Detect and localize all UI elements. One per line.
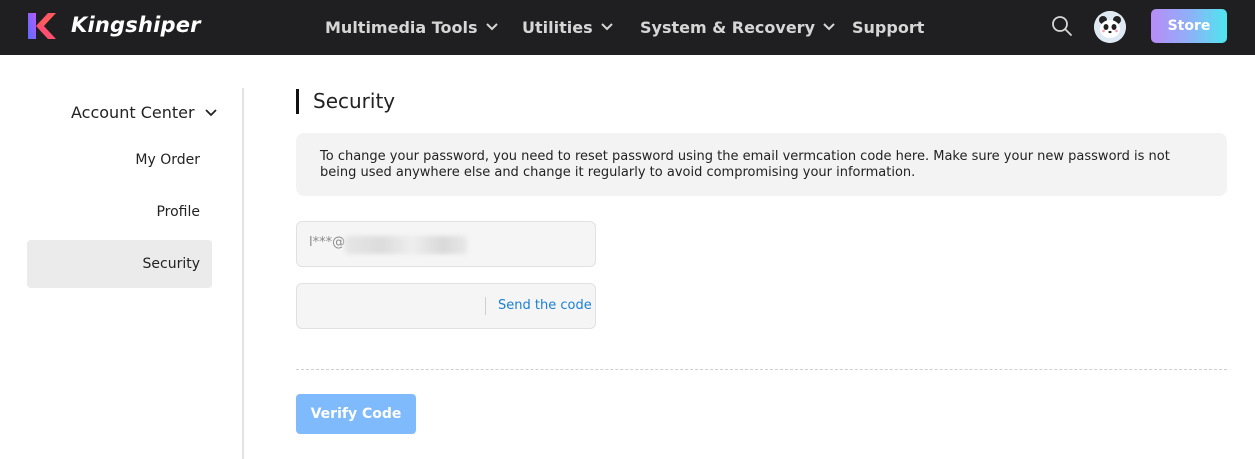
nav-system-recovery[interactable]: System & Recovery [640,16,835,38]
search-icon[interactable] [1050,14,1074,38]
chevron-down-icon [823,23,835,31]
verification-code-field[interactable]: Send the code [296,283,596,329]
page-title: Security [296,89,395,114]
sidebar-item-profile[interactable]: Profile [27,188,212,236]
sidebar-item-label: Profile [156,204,200,220]
email-redaction-blur [345,236,467,254]
sidebar-item-label: My Order [135,152,200,168]
send-code-link[interactable]: Send the code [498,298,592,313]
top-navigation-bar: Kingshiper Multimedia Tools Utilities Sy… [0,0,1255,55]
sidebar-item-my-order[interactable]: My Order [27,136,212,184]
nav-support[interactable]: Support [852,16,924,38]
brand-name[interactable]: Kingshiper [71,13,201,37]
sidebar-item-label: Security [142,256,201,272]
account-center-label: Account Center [71,103,195,122]
kingshiper-logo-icon[interactable] [26,11,56,41]
nav-utilities-label: Utilities [522,17,593,37]
sidebar-divider [242,88,244,459]
chevron-down-icon [485,23,498,31]
field-divider [485,297,486,315]
nav-multimedia-tools[interactable]: Multimedia Tools [325,16,498,38]
chevron-down-icon [204,108,217,116]
security-notice: To change your password, you need to res… [296,133,1227,196]
nav-support-label: Support [852,17,925,37]
panda-avatar-icon [1094,11,1126,43]
sidebar-item-security[interactable]: Security [27,240,212,288]
nav-utilities[interactable]: Utilities [522,16,613,38]
avatar[interactable] [1094,11,1126,43]
nav-multimedia-tools-label: Multimedia Tools [325,17,478,37]
account-center-toggle[interactable]: Account Center [71,103,217,122]
verify-code-button[interactable]: Verify Code [296,394,416,434]
store-button[interactable]: Store [1151,9,1227,43]
nav-system-recovery-label: System & Recovery [640,17,815,37]
chevron-down-icon [600,23,613,31]
email-value: l***@ [309,235,346,250]
dashed-divider [296,369,1227,370]
